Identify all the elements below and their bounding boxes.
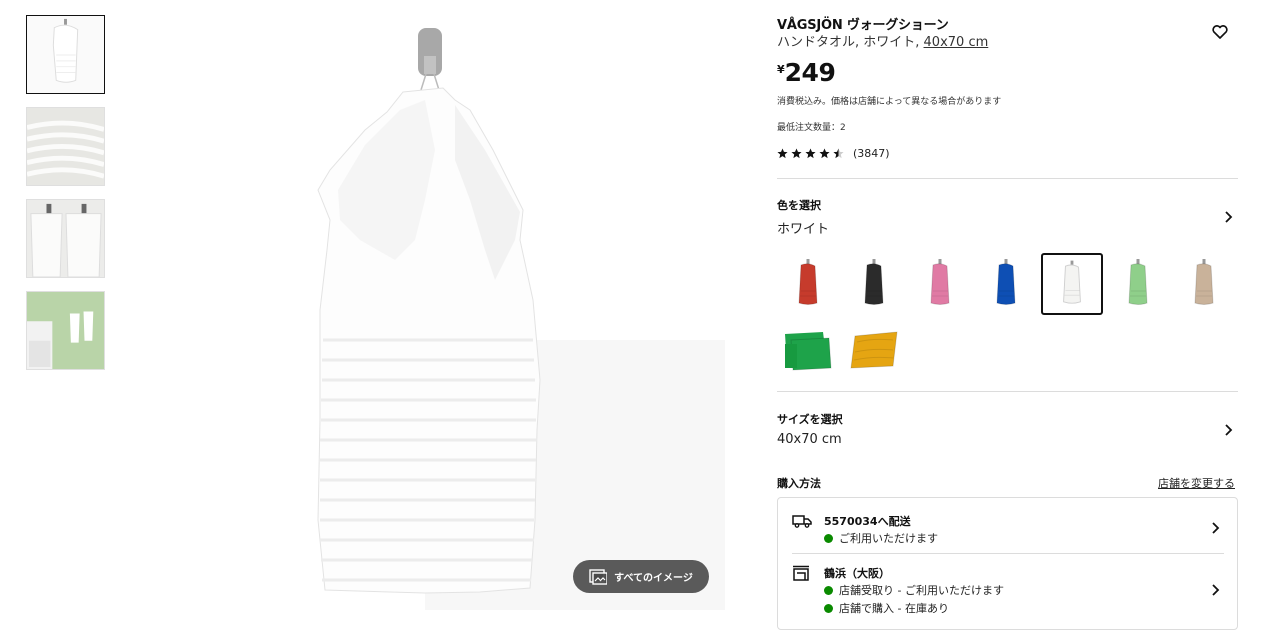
- review-count: (3847): [853, 147, 890, 160]
- star-icon: [777, 148, 788, 159]
- color-swatch-pink[interactable]: [909, 253, 971, 315]
- store-pickup-status: 店舗受取り - ご利用いただけます: [824, 582, 1004, 598]
- truck-icon: [792, 515, 812, 528]
- color-swatch-black[interactable]: [843, 253, 905, 315]
- status-dot: [824, 585, 833, 595]
- status-dot: [824, 533, 833, 543]
- divider: [792, 553, 1224, 554]
- chevron-right-icon: [1212, 584, 1220, 596]
- chevron-right-icon[interactable]: [1221, 210, 1235, 224]
- heart-icon[interactable]: [1210, 22, 1230, 42]
- tax-note: 消費税込み。価格は店舗によって異なる場合があります: [777, 97, 1002, 107]
- all-images-button[interactable]: すべてのイメージ: [573, 560, 709, 593]
- chevron-right-icon[interactable]: [1221, 423, 1235, 437]
- purchase-method-label: 購入方法: [777, 477, 821, 490]
- delivery-option[interactable]: 5570034へ配送 ご利用いただけます: [792, 513, 1224, 545]
- color-value: ホワイト: [777, 222, 830, 237]
- rating-link[interactable]: (3847): [777, 147, 890, 160]
- description-text: ハンドタオル, ホワイト,: [777, 35, 924, 50]
- thumbnail-2[interactable]: [26, 107, 105, 186]
- purchase-options: 5570034へ配送 ご利用いただけます 鶴浜（大阪） 店舗受取り - ご利用い…: [777, 497, 1238, 630]
- color-swatch-green[interactable]: [777, 318, 839, 380]
- chevron-right-icon: [1212, 522, 1220, 534]
- thumbnail-list: [26, 15, 105, 383]
- star-icon: [805, 148, 816, 159]
- gallery-icon: [589, 568, 608, 585]
- store-title: 鶴浜（大阪）: [824, 567, 890, 580]
- store-instore-status: 店舗で購入 - 在庫あり: [824, 600, 949, 616]
- store-icon: [793, 565, 809, 581]
- color-swatch-red[interactable]: [777, 253, 839, 315]
- thumbnail-3[interactable]: [26, 199, 105, 278]
- star-icon: [791, 148, 802, 159]
- color-swatch-yellow[interactable]: [843, 318, 905, 380]
- store-option[interactable]: 鶴浜（大阪） 店舗受取り - ご利用いただけます 店舗で購入 - 在庫あり: [792, 565, 1224, 615]
- half-star-icon: [833, 148, 844, 159]
- price: ¥ 249: [777, 58, 836, 87]
- color-swatch-blue[interactable]: [975, 253, 1037, 315]
- store-pickup-text: 店舗受取り - ご利用いただけます: [839, 584, 1004, 597]
- product-description: ハンドタオル, ホワイト, 40x70 cm: [777, 31, 988, 50]
- divider: [777, 391, 1238, 392]
- color-swatch-light-green[interactable]: [1107, 253, 1169, 315]
- size-label: サイズを選択: [777, 413, 843, 426]
- currency-symbol: ¥: [777, 63, 785, 76]
- delivery-status-text: ご利用いただけます: [839, 532, 938, 545]
- delivery-title: 5570034へ配送: [824, 515, 911, 528]
- color-swatch-beige[interactable]: [1173, 253, 1235, 315]
- size-value: 40x70 cm: [777, 432, 842, 447]
- star-icon: [819, 148, 830, 159]
- thumbnail-1[interactable]: [26, 15, 105, 94]
- thumbnail-4[interactable]: [26, 291, 105, 370]
- main-product-image: [125, 0, 750, 631]
- store-instore-text: 店舗で購入 - 在庫あり: [839, 602, 949, 615]
- delivery-status: ご利用いただけます: [824, 530, 938, 546]
- all-images-label: すべてのイメージ: [614, 573, 693, 584]
- color-swatch-white[interactable]: [1041, 253, 1103, 315]
- divider: [777, 178, 1238, 179]
- price-amount: 249: [784, 58, 836, 87]
- size-link[interactable]: 40x70 cm: [924, 35, 989, 50]
- min-order-quantity: 最低注文数量：2: [777, 123, 846, 133]
- color-label: 色を選択: [777, 199, 821, 212]
- status-dot: [824, 603, 833, 613]
- change-store-link[interactable]: 店舗を変更する: [1158, 475, 1235, 491]
